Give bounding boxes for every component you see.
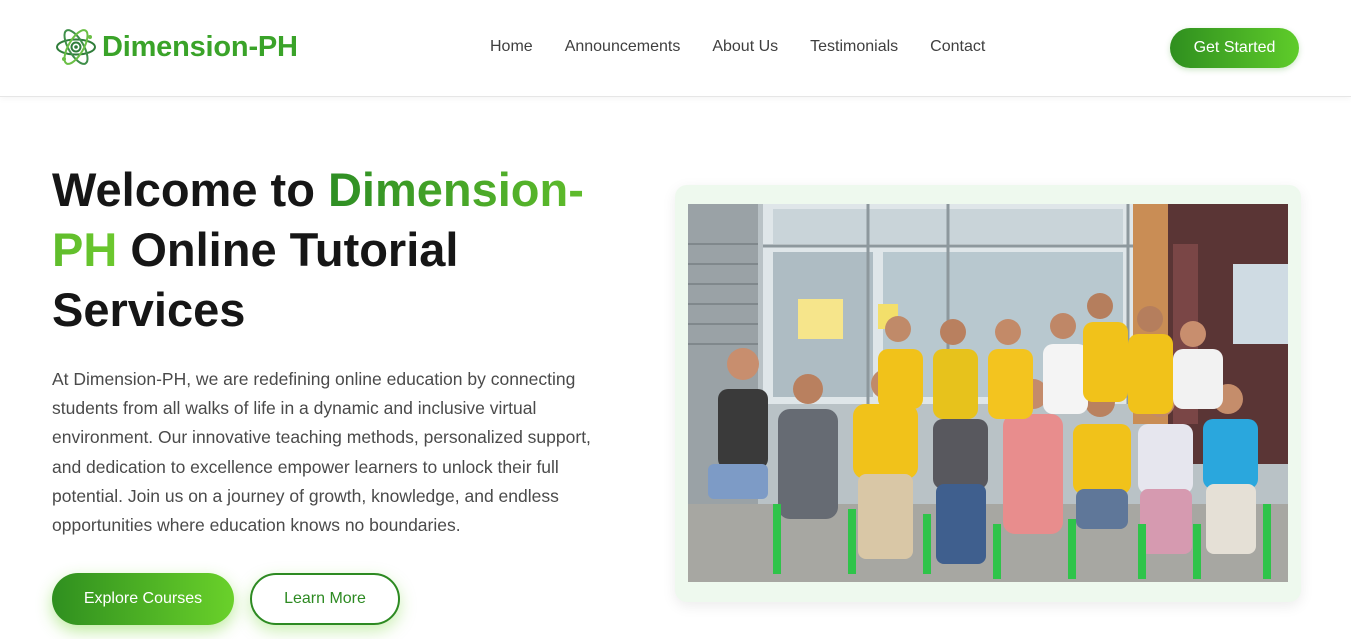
explore-courses-button[interactable]: Explore Courses bbox=[52, 573, 234, 625]
hero-photo-card bbox=[675, 185, 1301, 602]
get-started-button[interactable]: Get Started bbox=[1170, 28, 1299, 68]
nav-announcements[interactable]: Announcements bbox=[565, 37, 681, 57]
nav-about-us[interactable]: About Us bbox=[712, 37, 778, 57]
logo-text: Dimension-PH bbox=[102, 30, 298, 63]
hero-title-part1: Welcome to bbox=[52, 163, 328, 216]
hero-description: At Dimension-PH, we are redefining onlin… bbox=[52, 369, 591, 536]
logo-link[interactable]: Dimension-PH bbox=[55, 26, 298, 68]
learn-more-button[interactable]: Learn More bbox=[250, 573, 400, 625]
nav-contact[interactable]: Contact bbox=[930, 37, 985, 57]
atom-icon bbox=[56, 29, 96, 65]
group-photo bbox=[688, 204, 1288, 582]
hero-title: Welcome to Dimension-PH Online Tutorial … bbox=[52, 160, 632, 340]
group-photo-image bbox=[688, 204, 1288, 582]
nav-testimonials[interactable]: Testimonials bbox=[810, 37, 898, 57]
site-header: Dimension-PH Home Announcements About Us… bbox=[0, 0, 1351, 97]
nav-home[interactable]: Home bbox=[490, 37, 533, 57]
main-nav: Home Announcements About Us Testimonials… bbox=[490, 37, 985, 57]
